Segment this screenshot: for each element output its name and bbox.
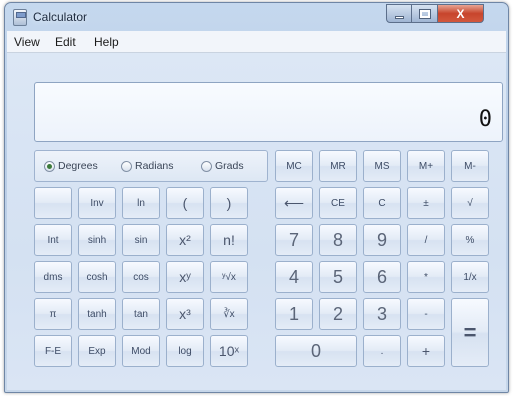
display-panel: 0	[34, 82, 503, 142]
log-button[interactable]: log	[166, 335, 204, 367]
digit-9-button[interactable]: 9	[363, 224, 401, 256]
blank-button[interactable]	[34, 187, 72, 219]
radio-degrees[interactable]: Degrees	[44, 160, 98, 172]
y-root-x-button[interactable]: ʸ√x	[210, 261, 248, 293]
sinh-button[interactable]: sinh	[78, 224, 116, 256]
sin-button[interactable]: sin	[122, 224, 160, 256]
x-power-y-button[interactable]: xʸ	[166, 261, 204, 293]
radio-grads-label: Grads	[215, 160, 244, 172]
digit-3-button[interactable]: 3	[363, 298, 401, 330]
ms-button[interactable]: MS	[363, 150, 401, 182]
right-paren-button[interactable]: )	[210, 187, 248, 219]
digit-7-button[interactable]: 7	[275, 224, 313, 256]
factorial-button[interactable]: n!	[210, 224, 248, 256]
fe-button[interactable]: F-E	[34, 335, 72, 367]
pi-button[interactable]: π	[34, 298, 72, 330]
mod-button[interactable]: Mod	[122, 335, 160, 367]
ten-power-x-button[interactable]: 10ˣ	[210, 335, 248, 367]
radio-degrees-label: Degrees	[58, 160, 98, 172]
divide-button[interactable]: /	[407, 224, 445, 256]
calculator-window: Calculator X View Edit Help 0 Degrees Ra…	[4, 2, 509, 393]
subtract-button[interactable]: -	[407, 298, 445, 330]
maximize-icon	[418, 8, 431, 19]
plus-minus-button[interactable]: ±	[407, 187, 445, 219]
radio-radians[interactable]: Radians	[121, 160, 174, 172]
cube-root-button[interactable]: ∛x	[210, 298, 248, 330]
calculator-icon	[13, 9, 27, 26]
title-bar[interactable]: Calculator X	[5, 3, 508, 33]
close-button[interactable]: X	[438, 4, 484, 23]
equals-button[interactable]: =	[451, 298, 489, 367]
left-paren-button[interactable]: (	[166, 187, 204, 219]
maximize-button[interactable]	[412, 4, 438, 23]
inv-button[interactable]: Inv	[78, 187, 116, 219]
close-icon: X	[456, 6, 465, 21]
calculator-body: 0 Degrees Radians Grads MC MR MS M+ M- I…	[7, 53, 506, 390]
x-squared-button[interactable]: x²	[166, 224, 204, 256]
display-value: 0	[478, 107, 492, 132]
exp-button[interactable]: Exp	[78, 335, 116, 367]
minimize-icon	[394, 15, 404, 19]
m-plus-button[interactable]: M+	[407, 150, 445, 182]
digit-2-button[interactable]: 2	[319, 298, 357, 330]
digit-5-button[interactable]: 5	[319, 261, 357, 293]
c-button[interactable]: C	[363, 187, 401, 219]
backspace-button[interactable]: ⟵	[275, 187, 313, 219]
sqrt-button[interactable]: √	[451, 187, 489, 219]
digit-6-button[interactable]: 6	[363, 261, 401, 293]
digit-0-button[interactable]: 0	[275, 335, 357, 367]
menu-edit[interactable]: Edit	[55, 35, 76, 49]
menu-bar: View Edit Help	[7, 31, 506, 53]
cosh-button[interactable]: cosh	[78, 261, 116, 293]
radio-indicator-selected	[44, 160, 55, 172]
dms-button[interactable]: dms	[34, 261, 72, 293]
percent-button[interactable]: %	[451, 224, 489, 256]
window-title: Calculator	[33, 10, 88, 24]
mc-button[interactable]: MC	[275, 150, 313, 182]
multiply-button[interactable]: *	[407, 261, 445, 293]
ln-button[interactable]: ln	[122, 187, 160, 219]
radio-indicator	[201, 160, 212, 172]
int-button[interactable]: Int	[34, 224, 72, 256]
radio-radians-label: Radians	[135, 160, 174, 172]
tanh-button[interactable]: tanh	[78, 298, 116, 330]
m-minus-button[interactable]: M-	[451, 150, 489, 182]
cos-button[interactable]: cos	[122, 261, 160, 293]
menu-help[interactable]: Help	[94, 35, 119, 49]
menu-view[interactable]: View	[14, 35, 40, 49]
reciprocal-button[interactable]: 1/x	[451, 261, 489, 293]
digit-1-button[interactable]: 1	[275, 298, 313, 330]
digit-4-button[interactable]: 4	[275, 261, 313, 293]
add-button[interactable]: +	[407, 335, 445, 367]
digit-8-button[interactable]: 8	[319, 224, 357, 256]
mr-button[interactable]: MR	[319, 150, 357, 182]
tan-button[interactable]: tan	[122, 298, 160, 330]
angle-unit-group: Degrees Radians Grads	[34, 150, 268, 182]
decimal-button[interactable]: .	[363, 335, 401, 367]
ce-button[interactable]: CE	[319, 187, 357, 219]
radio-indicator	[121, 160, 132, 172]
radio-grads[interactable]: Grads	[201, 160, 244, 172]
minimize-button[interactable]	[386, 4, 412, 23]
x-cubed-button[interactable]: x³	[166, 298, 204, 330]
